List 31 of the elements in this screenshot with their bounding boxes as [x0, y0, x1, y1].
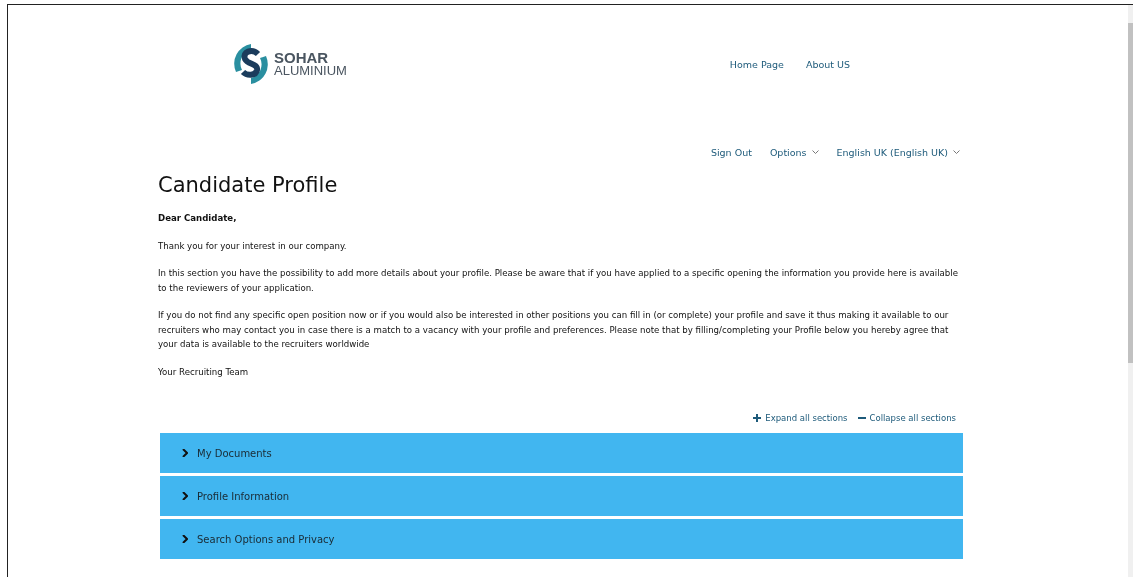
- section-header[interactable]: Profile Information: [160, 476, 963, 516]
- paragraph: In this section you have the possibility to add more details about your profile. Please be aware that if you have applied to a specific opening the information you provide here is available to the reviewers of your application.: [158, 267, 959, 295]
- caret-icon: [953, 149, 960, 155]
- plus-icon: [753, 414, 762, 422]
- chevron-icon: [182, 449, 188, 457]
- scrollbar[interactable]: [1128, 5, 1133, 577]
- nav-link[interactable]: About US: [805, 58, 850, 70]
- section-title: Search Options and Privacy: [197, 533, 335, 545]
- section-header[interactable]: My Documents: [160, 433, 963, 473]
- page-title: Candidate Profile: [158, 173, 339, 197]
- paragraph: Thank you for your interest in our company.: [158, 239, 348, 253]
- collapse-all-link[interactable]: Collapse all sections: [857, 413, 956, 423]
- caret-icon: [811, 149, 819, 155]
- logo-icon: [232, 42, 270, 86]
- section-title: My Documents: [197, 447, 272, 459]
- menu-dropdown[interactable]: English UK (English UK): [836, 145, 960, 159]
- expand-all-link[interactable]: Expand all sections: [753, 413, 848, 423]
- menu-dropdown[interactable]: Options: [769, 145, 819, 159]
- menu-link[interactable]: Sign Out: [710, 145, 752, 159]
- chevron-icon: [182, 535, 188, 543]
- logo-text: ALUMINIUM: [274, 64, 347, 77]
- logo-text: SOHAR: [274, 51, 330, 64]
- scrollbar-thumb[interactable]: [1128, 23, 1133, 363]
- section-header[interactable]: Search Options and Privacy: [160, 519, 963, 559]
- greeting: Dear Candidate,: [158, 212, 238, 225]
- paragraph: If you do not find any specific open position now or if you would also be interested in other positions you can fill in (or complete) your profile and save it thus making it available to our recruiters who may contact you in case there is a match to a vacancy with your profile and preferences. Please note that by filling/completing your Profile below you hereby agree that your data is available to the recruiters worldwide: [158, 309, 950, 351]
- paragraph: Your Recruiting Team: [158, 365, 250, 379]
- nav-link[interactable]: Home Page: [729, 58, 784, 70]
- chevron-icon: [182, 492, 188, 500]
- section-title: Profile Information: [197, 490, 290, 502]
- minus-icon: [857, 414, 866, 422]
